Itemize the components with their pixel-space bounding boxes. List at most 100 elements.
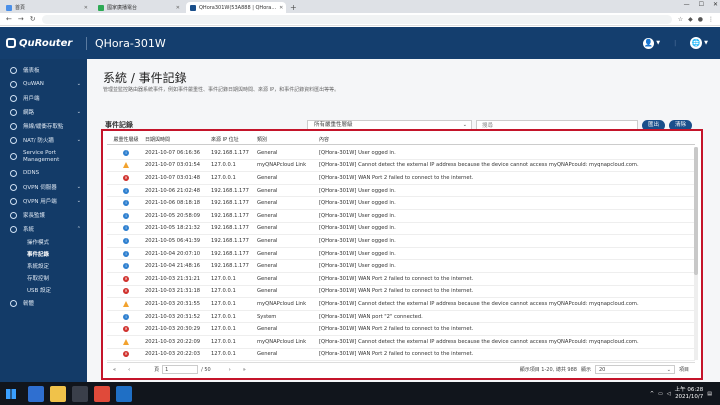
next-page-button[interactable]: › (229, 367, 231, 373)
tab-close-icon[interactable]: ✕ (279, 5, 283, 11)
language-menu[interactable]: 🌐 ▼ (690, 37, 708, 49)
bookmark-star-icon[interactable]: ☆ (678, 16, 683, 23)
sidebar-sub-access-control[interactable]: 存取控制 (0, 272, 87, 284)
severity-cell (107, 300, 145, 307)
sidebar-item-quwan[interactable]: QuWAN ⌄ (0, 77, 87, 91)
url-input[interactable] (41, 14, 672, 24)
file-explorer-icon[interactable] (50, 385, 66, 402)
avatar: 👤 (643, 37, 655, 49)
sidebar-item-firewall[interactable]: NAT/ 防火牆 ⌄ (0, 133, 87, 147)
sidebar-item-clients[interactable]: 用戶端 (0, 91, 87, 105)
brand-logo: QuRouter (0, 38, 86, 49)
table-row[interactable]: ✕ 2021-10-07 03:01:48 127.0.0.1 General [QHo… (107, 172, 695, 185)
maximize-icon[interactable]: ☐ (699, 1, 704, 8)
table-row[interactable]: ✕ 2021-10-03 21:31:18 127.0.0.1 General [QHo… (107, 286, 695, 299)
sidebar-sub-event-log[interactable]: 事件記錄 (0, 248, 87, 260)
sidebar-item-dashboard[interactable]: 儀表板 (0, 63, 87, 77)
table-row[interactable]: ✕ 2021-10-03 20:30:29 127.0.0.1 General [QHo… (107, 323, 695, 336)
sidebar-item-firmware[interactable]: 韌體 (0, 296, 87, 310)
profile-icon[interactable]: ● (698, 16, 703, 23)
table-row[interactable]: i 2021-10-03 20:31:52 127.0.0.1 System [QHor… (107, 311, 695, 324)
table-row[interactable]: 2021-10-03 20:22:09 127.0.0.1 myQNAPcloud … (107, 336, 695, 349)
severity-info-icon: i (123, 237, 129, 244)
sidebar-item-ddns[interactable]: DDNS (0, 166, 87, 180)
new-tab-button[interactable]: + (290, 2, 297, 13)
severity-cell: i (107, 313, 145, 320)
table-row[interactable]: i 2021-10-05 06:41:39 192.168.1.177 General… (107, 235, 695, 248)
store-icon[interactable] (72, 385, 88, 402)
start-button[interactable] (0, 382, 22, 405)
table-row[interactable]: i 2021-10-04 20:07:10 192.168.1.177 General… (107, 248, 695, 261)
sidebar-sub-usb-settings[interactable]: USB 設定 (0, 284, 87, 296)
per-page-select[interactable]: 20 ⌄ (594, 365, 675, 374)
sidebar-item-vpn-server[interactable]: QVPN 伺服器 ⌄ (0, 180, 87, 194)
browser-tab-1[interactable]: 國家廣播電台 ✕ (94, 2, 184, 13)
severity-error-icon: ✕ (123, 174, 129, 181)
notifications-icon[interactable]: ▤ (707, 391, 712, 397)
globe-icon: 🌐 (690, 37, 703, 49)
browser-tab-0[interactable]: 首頁 ✕ (2, 2, 92, 13)
brand-name: QuRouter (19, 37, 73, 49)
tray-chevron-icon[interactable]: ^ (650, 391, 654, 397)
close-window-icon[interactable]: ✕ (713, 1, 718, 8)
datetime-cell: 2021-10-04 20:07:10 (145, 250, 201, 257)
datetime-cell: 2021-10-03 21:31:21 (145, 275, 201, 282)
table-row[interactable]: 2021-10-03 20:31:55 127.0.0.1 myQNAPcloud … (107, 298, 695, 311)
table-row[interactable]: i 2021-10-04 21:48:16 192.168.1.177 General… (107, 260, 695, 273)
browser-menu-icon[interactable]: ⋮ (708, 16, 714, 23)
taskbar-clock[interactable]: 上午 06:28 2021/10/7 (675, 387, 704, 401)
table-row[interactable]: i 2021-10-06 08:18:18 192.168.1.177 General… (107, 197, 695, 210)
forward-icon[interactable]: → (18, 15, 24, 23)
sidebar-item-vpn-client[interactable]: QVPN 用戶端 ⌄ (0, 194, 87, 208)
tab-close-icon[interactable]: ✕ (84, 5, 88, 11)
outlook-icon[interactable] (116, 385, 132, 402)
sidebar-item-network[interactable]: 網路 ⌄ (0, 105, 87, 119)
user-menu[interactable]: 👤 ▼ (643, 37, 660, 49)
header-datetime[interactable]: 日期與時間 (145, 135, 211, 144)
reload-icon[interactable]: ↻ (30, 15, 36, 23)
header-category[interactable]: 類別 (257, 135, 319, 144)
minimize-icon[interactable]: — (684, 1, 690, 8)
back-icon[interactable]: ← (6, 15, 12, 23)
severity-error-icon: ✕ (123, 326, 129, 333)
table-header: 嚴重性層級 日期與時間 來源 IP 位址 類別 內容 (107, 135, 695, 145)
table-row[interactable]: ✕ 2021-10-03 20:22:03 127.0.0.1 General [QHo… (107, 349, 695, 362)
header-source-ip[interactable]: 來源 IP 位址 (211, 135, 257, 144)
first-page-button[interactable]: « (113, 367, 116, 373)
extension-icon[interactable]: ◆ (688, 16, 693, 23)
datetime-cell: 2021-10-03 20:22:03 (145, 351, 201, 358)
page-number-input[interactable]: 1 (162, 365, 199, 374)
table-row[interactable]: ✕ 2021-10-03 21:31:21 127.0.0.1 General [QHo… (107, 273, 695, 286)
scrollbar-thumb[interactable] (694, 147, 698, 275)
table-row[interactable]: i 2021-10-07 06:16:36 192.168.1.177 General… (107, 147, 695, 160)
content-cell: [QHora-301W] User ogged in. (319, 149, 396, 156)
table-row[interactable]: i 2021-10-05 18:21:32 192.168.1.177 General… (107, 223, 695, 236)
browser-tab-2[interactable]: QHora301W(53A888 | QHora... ✕ (186, 2, 286, 13)
sidebar-sub-operation-mode[interactable]: 操作模式 (0, 236, 87, 248)
tab-close-icon[interactable]: ✕ (176, 5, 180, 11)
datetime-cell: 2021-10-07 03:01:54 (145, 162, 201, 169)
source-ip-cell: 192.168.1.177 (211, 200, 249, 207)
network-tray-icon[interactable]: ▭ (658, 391, 663, 397)
content-cell: [QHora-301W] WAN Port 2 failed to connec… (319, 288, 474, 295)
edge-icon[interactable] (28, 385, 44, 402)
sidebar-sub-system-settings[interactable]: 系統設定 (0, 260, 87, 272)
last-page-button[interactable]: » (243, 367, 246, 373)
table-row[interactable]: i 2021-10-05 20:58:09 192.168.1.177 General… (107, 210, 695, 223)
sidebar-item-service-port[interactable]: Service Port Management (0, 147, 87, 166)
volume-icon[interactable]: ◁ (667, 391, 671, 397)
main-content: 系統 / 事件記錄 管理並監控路由器系統事件，例如事件嚴重性、事件記錄日期與時間… (87, 59, 720, 382)
chevron-down-icon: ⌄ (76, 109, 81, 115)
content-cell: [QHora-301W] User ogged in. (319, 263, 396, 270)
sidebar-item-parental[interactable]: 家長監護 (0, 208, 87, 222)
table-row[interactable]: i 2021-10-06 21:02:48 192.168.1.177 General… (107, 185, 695, 198)
sidebar-item-wireless[interactable]: 無線/緩衝存取點 (0, 119, 87, 133)
sidebar-item-system[interactable]: 系統 ⌃ (0, 222, 87, 236)
category-cell: General (257, 174, 278, 181)
prev-page-button[interactable]: ‹ (128, 367, 130, 373)
header-content[interactable]: 內容 (319, 135, 695, 144)
header-severity[interactable]: 嚴重性層級 (107, 135, 145, 144)
table-row[interactable]: 2021-10-07 03:01:54 127.0.0.1 myQNAPcloud … (107, 160, 695, 173)
chrome-icon[interactable] (94, 385, 110, 402)
table-scrollbar[interactable] (694, 147, 698, 360)
